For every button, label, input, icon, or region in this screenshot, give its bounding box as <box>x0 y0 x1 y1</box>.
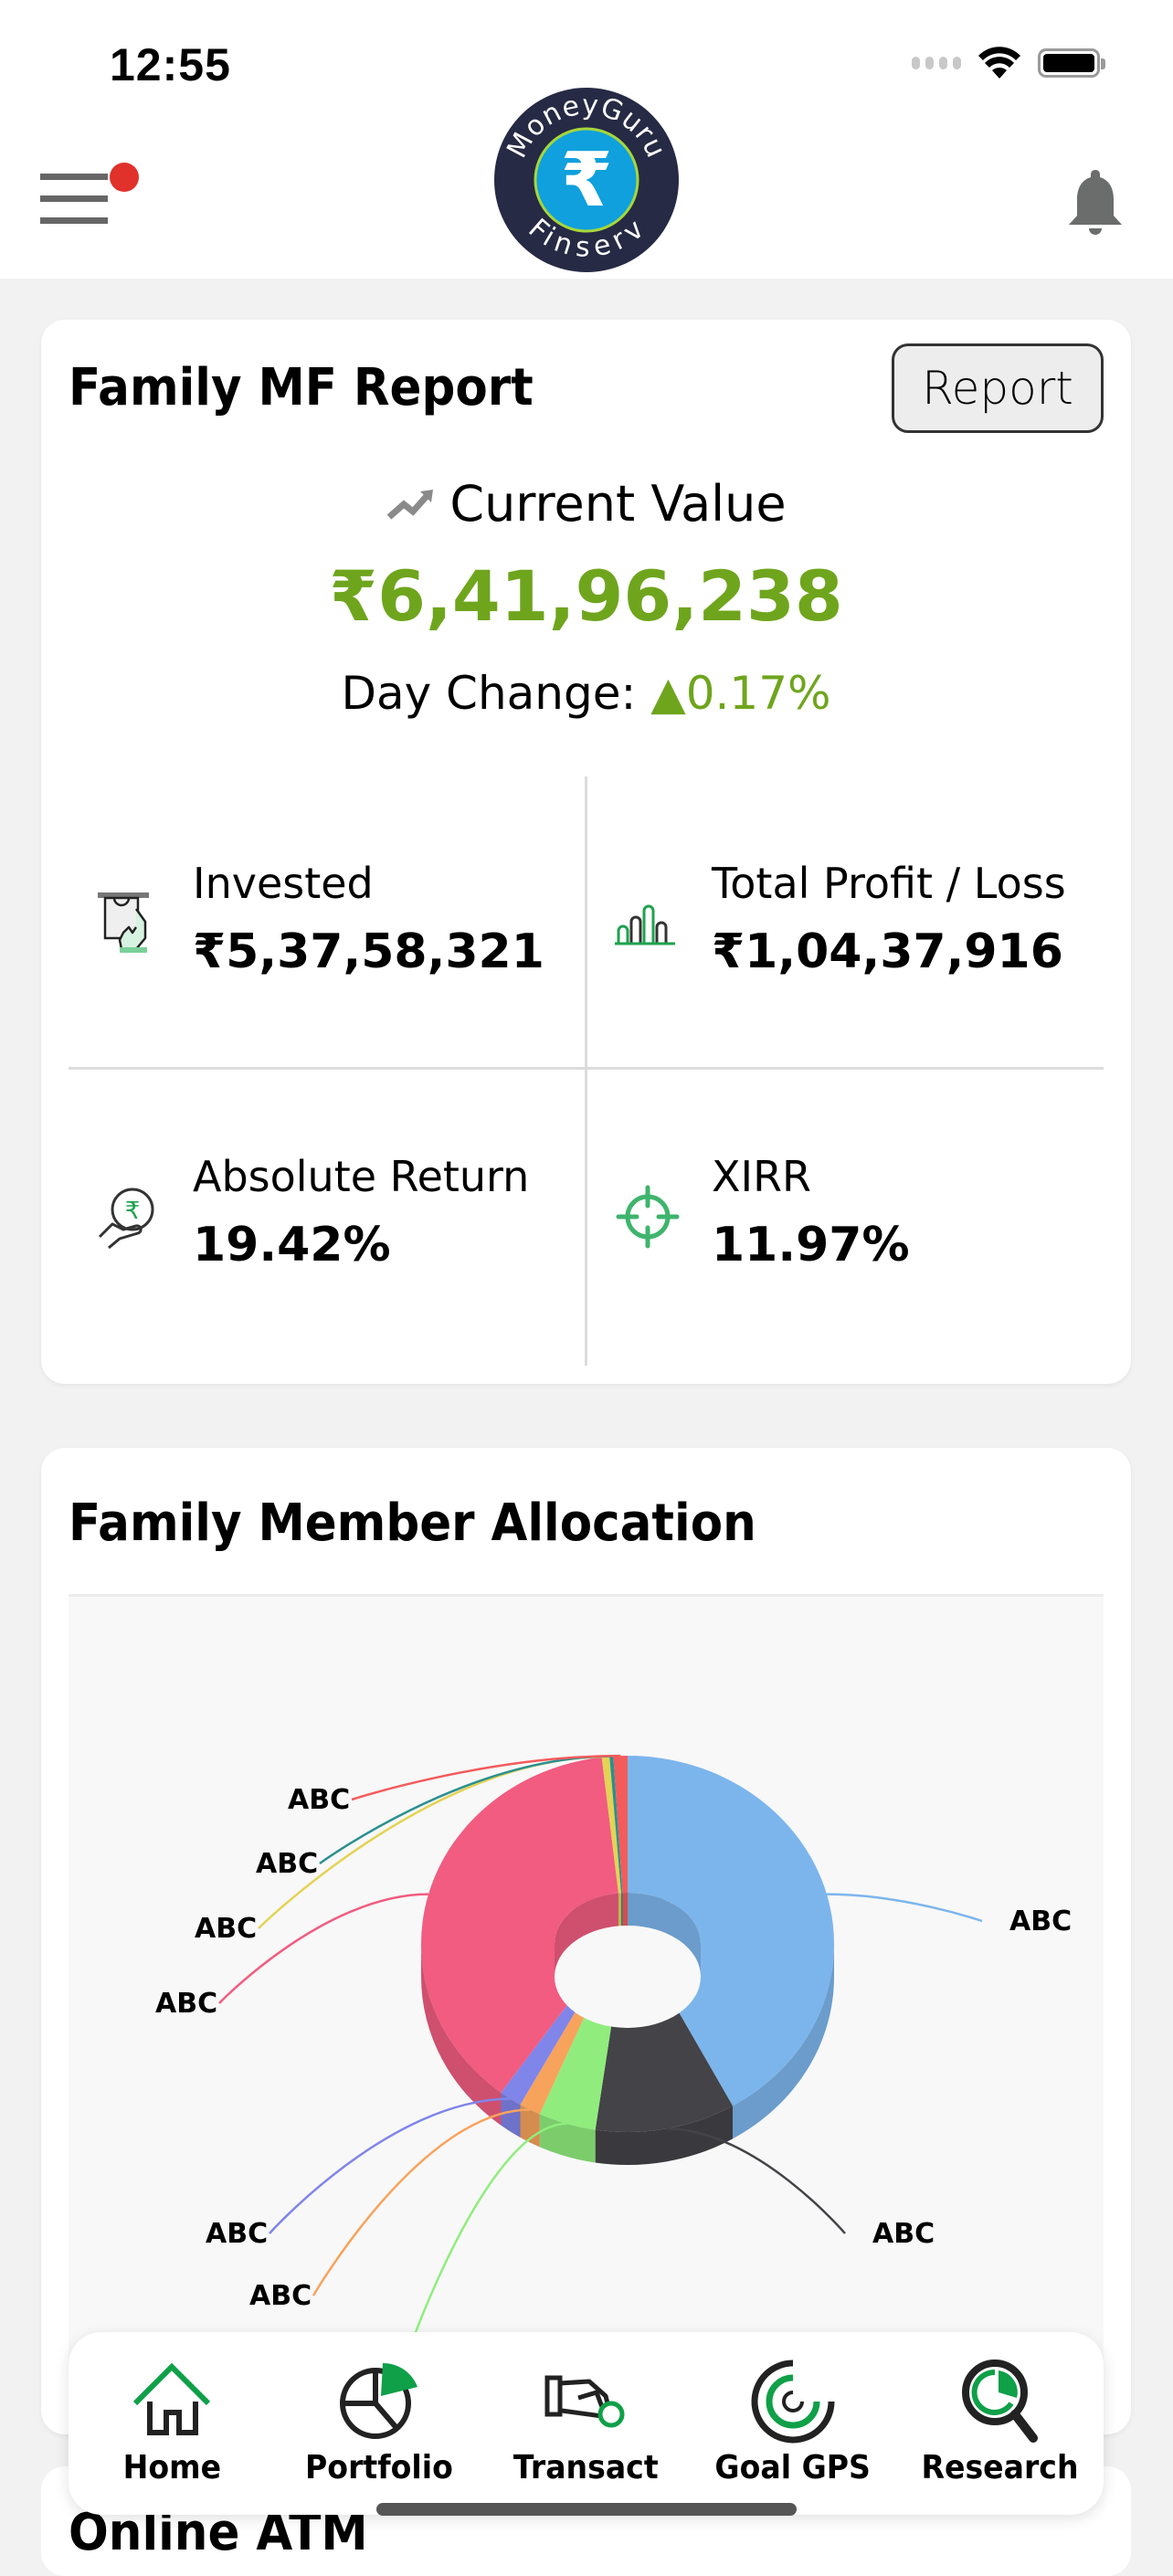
bottom-navigation: Home Portfolio Transact Goal GPS Researc… <box>69 2332 1104 2515</box>
data-label-connector <box>826 1893 983 1923</box>
stat-label: Absolute Return <box>193 1152 530 1201</box>
family-member-allocation-card: Family Member Allocation ABC ABC ABC ABC ABC… <box>41 1448 1131 2434</box>
day-change: Day Change: ▲0.17% <box>41 667 1131 720</box>
donut-hole <box>555 1926 701 2028</box>
stat-xirr: XIRR 11.97% <box>587 1070 1104 1360</box>
data-label-connector <box>218 1893 429 2004</box>
nav-label: Goal GPS <box>714 2449 872 2486</box>
data-label-connector <box>312 2108 530 2296</box>
donut-hole-wall <box>618 1893 621 1927</box>
goal-target-icon <box>751 2360 835 2444</box>
donut-hole-wall <box>620 1893 623 1927</box>
status-time: 12:55 <box>110 39 231 90</box>
data-label: ABC <box>195 1913 257 1945</box>
report-card-title: Family MF Report <box>69 358 534 417</box>
data-label: ABC <box>155 1988 217 2020</box>
data-label: ABC <box>288 1784 350 1816</box>
magnifier-chart-icon <box>961 2360 1038 2443</box>
trending-up-icon <box>387 489 434 520</box>
nav-label: Portfolio <box>304 2449 453 2486</box>
allocation-donut-chart: ABCABCABCABCABCABCABCABCABC <box>155 1754 1072 2373</box>
day-change-value: ▲0.17% <box>650 667 831 720</box>
data-label: ABC <box>206 2218 268 2250</box>
stat-value: ₹1,04,37,916 <box>712 924 1063 979</box>
stat-value: ₹5,37,58,321 <box>193 924 544 979</box>
bell-icon[interactable] <box>1065 166 1125 239</box>
stat-label: XIRR <box>712 1152 812 1201</box>
stat-invested: Invested ₹5,37,58,321 <box>69 776 585 1067</box>
hand-coin-icon <box>544 2375 625 2428</box>
data-label: ABC <box>1009 1906 1072 1937</box>
allocation-card-title: Family Member Allocation <box>69 1494 756 1553</box>
svg-text:₹: ₹ <box>560 137 612 224</box>
moneyguru-logo: MoneyGuru Finserv ₹ <box>494 88 679 272</box>
wifi-icon <box>978 47 1020 79</box>
stat-label: Total Profit / Loss <box>712 859 1066 908</box>
nav-home[interactable]: Home <box>80 2332 263 2515</box>
stat-value: 19.42% <box>193 1218 391 1272</box>
cash-in-hand-icon <box>98 892 149 953</box>
current-value-label: Current Value <box>449 475 787 533</box>
menu-notification-badge <box>110 163 139 192</box>
top-bar: 12:55 MoneyGuru Finserv ₹ <box>0 0 1173 279</box>
data-label-connector <box>269 2097 511 2234</box>
current-value: ₹6,41,96,238 <box>329 555 843 637</box>
rupee-hand-icon: ₹ <box>98 1188 154 1250</box>
nav-label: Transact <box>513 2449 659 2486</box>
svg-text:₹: ₹ <box>125 1198 141 1225</box>
bar-chart-icon <box>615 904 675 945</box>
nav-label: Research <box>921 2449 1079 2486</box>
day-change-label: Day Change: <box>341 667 637 720</box>
nav-label: Home <box>122 2449 222 2486</box>
nav-portfolio[interactable]: Portfolio <box>288 2332 470 2515</box>
status-icons <box>912 46 1105 80</box>
data-label: ABC <box>256 1848 318 1880</box>
battery-icon <box>1038 48 1105 78</box>
menu-button[interactable] <box>38 174 111 228</box>
stat-absolute-return: ₹ Absolute Return 19.42% <box>69 1070 585 1360</box>
donut-hole-wall <box>622 1893 628 1927</box>
home-indicator <box>376 2503 797 2516</box>
nav-transact[interactable]: Transact <box>494 2332 677 2515</box>
pie-chart-icon <box>339 2362 417 2439</box>
home-icon <box>133 2362 211 2435</box>
report-button[interactable]: Report <box>892 343 1104 433</box>
family-mf-report-card: Family MF Report Report Current Value ₹6… <box>41 320 1131 1384</box>
current-value-label-row: Current Value <box>41 475 1131 533</box>
cellular-signal-icon <box>912 57 961 69</box>
data-label: ABC <box>249 2280 312 2312</box>
stat-value: 11.97% <box>712 1218 910 1272</box>
stats-grid: Invested ₹5,37,58,321 Total Profit / Los… <box>69 776 1104 1366</box>
target-icon <box>616 1185 680 1249</box>
nav-goal-gps[interactable]: Goal GPS <box>702 2332 884 2515</box>
nav-research[interactable]: Research <box>909 2332 1092 2515</box>
data-label: ABC <box>872 2218 935 2250</box>
stat-label: Invested <box>193 859 374 908</box>
data-label-connector <box>405 2122 567 2358</box>
chart-area: ABCABCABCABCABCABCABCABCABC <box>69 1597 1104 2434</box>
stat-total-profit-loss: Total Profit / Loss ₹1,04,37,916 <box>587 776 1104 1067</box>
